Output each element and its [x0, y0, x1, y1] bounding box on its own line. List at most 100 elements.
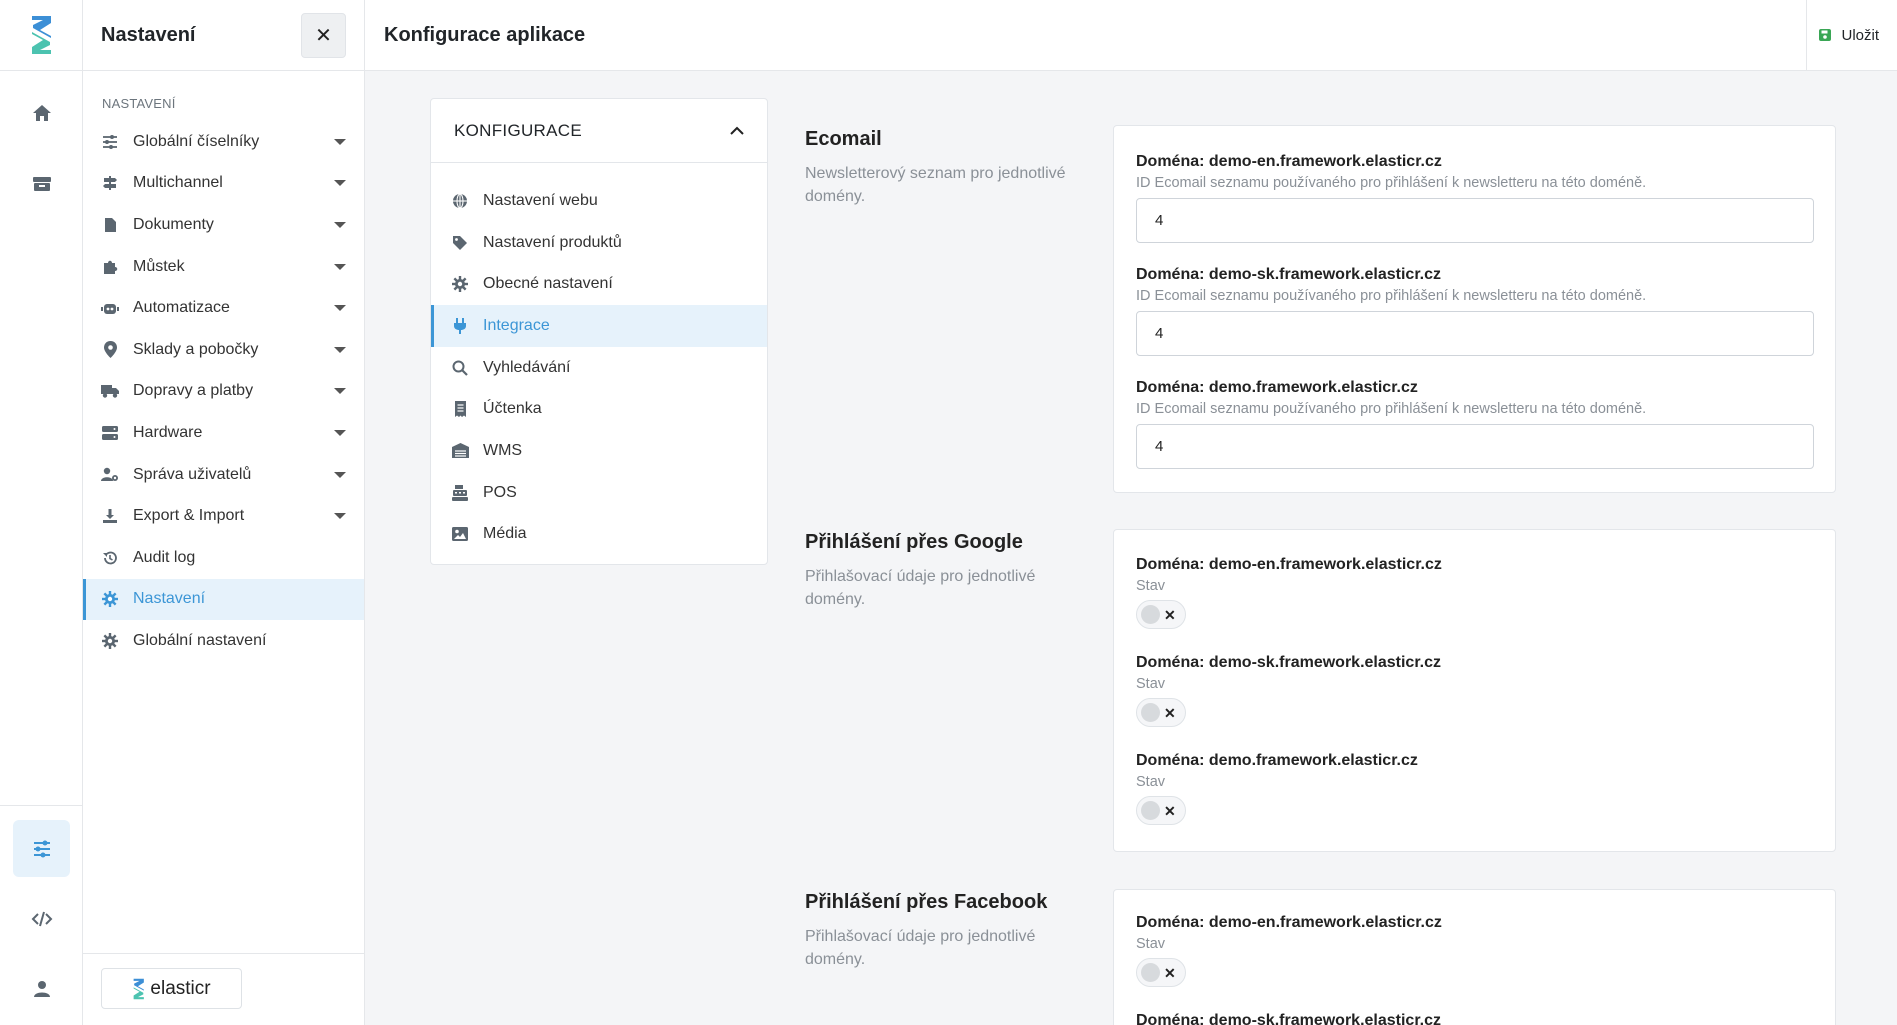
- rail-home-button[interactable]: [13, 84, 70, 141]
- facebook-section-title: Přihlášení přes Facebook: [805, 891, 1048, 913]
- config-menu-item[interactable]: Integrace: [431, 305, 767, 347]
- chevron-up-icon: [730, 126, 744, 135]
- google-field: Doména: demo-sk.framework.elasticr.cz St…: [1136, 654, 1814, 727]
- sidebar-item-label: Dokumenty: [133, 215, 214, 233]
- truck-icon: [101, 384, 119, 399]
- toggle-knob: [1141, 963, 1160, 982]
- sidebar-item[interactable]: Multichannel: [83, 163, 364, 205]
- google-section-title: Přihlášení přes Google: [805, 531, 1023, 553]
- field-label: Doména: demo-sk.framework.elasticr.cz: [1136, 1012, 1442, 1025]
- ecomail-field: Doména: demo-en.framework.elasticr.cz ID…: [1136, 153, 1814, 243]
- gear-icon: [101, 632, 119, 649]
- settings-sidebar: Nastavení ✕ NASTAVENÍ Globální číselníky…: [83, 0, 365, 1025]
- config-menu-item[interactable]: Nastavení webu: [431, 180, 767, 222]
- sidebar-item-label: Audit log: [133, 548, 196, 566]
- search-icon: [451, 360, 469, 376]
- sidebar-item[interactable]: Nastavení: [83, 578, 364, 621]
- sidebar-item[interactable]: Dopravy a platby: [83, 371, 364, 413]
- sidebar-item-label: Globální nastavení: [133, 631, 267, 649]
- state-label: Stav: [1136, 774, 1166, 790]
- close-icon: ✕: [1164, 704, 1176, 721]
- config-menu-item[interactable]: Obecné nastavení: [431, 263, 767, 305]
- config-menu-list: Nastavení webu Nastavení produktů Obecné n…: [431, 163, 767, 555]
- puzzle-icon: [101, 259, 119, 275]
- sidebar-close-button[interactable]: ✕: [301, 12, 346, 58]
- config-menu-item[interactable]: Nastavení produktů: [431, 222, 767, 264]
- google-login-toggle[interactable]: ✕: [1136, 698, 1186, 727]
- caret-down-icon: [334, 180, 346, 187]
- caret-down-icon: [334, 388, 346, 395]
- field-label: Doména: demo-en.framework.elasticr.cz: [1136, 153, 1442, 170]
- field-label: Doména: demo-en.framework.elasticr.cz: [1136, 556, 1442, 573]
- signpost-icon: [101, 175, 119, 191]
- sidebar-title: Nastavení: [101, 23, 196, 46]
- users-cog-icon: [101, 467, 119, 482]
- field-hint: ID Ecomail seznamu používaného pro přihl…: [1136, 288, 1647, 304]
- sidebar-item[interactable]: Globální číselníky: [83, 121, 364, 163]
- close-icon: ✕: [315, 24, 332, 47]
- google-panel: Doména: demo-en.framework.elasticr.cz St…: [1113, 529, 1836, 852]
- config-menu-item-label: Vyhledávání: [483, 358, 571, 376]
- rail-code-button[interactable]: [13, 890, 70, 947]
- caret-down-icon: [334, 305, 346, 312]
- sidebar-item[interactable]: Správa uživatelů: [83, 454, 364, 496]
- close-icon: ✕: [1164, 802, 1176, 819]
- sidebar-item[interactable]: Export & Import: [83, 495, 364, 537]
- facebook-login-toggle[interactable]: ✕: [1136, 958, 1186, 987]
- app-logo[interactable]: [0, 0, 83, 71]
- field-hint: ID Ecomail seznamu používaného pro přihl…: [1136, 401, 1647, 417]
- sidebar-item[interactable]: Automatizace: [83, 287, 364, 329]
- config-menu-item[interactable]: Účtenka: [431, 388, 767, 430]
- sidebar-item[interactable]: Můstek: [83, 246, 364, 288]
- config-menu-item-label: Nastavení webu: [483, 191, 598, 209]
- download-icon: [101, 508, 119, 524]
- icon-rail: [0, 0, 83, 1025]
- ecomail-list-id-input[interactable]: [1136, 424, 1814, 469]
- caret-down-icon: [334, 471, 346, 478]
- elasticr-logo-icon: [134, 978, 145, 999]
- sidebar-item-label: Automatizace: [133, 299, 230, 317]
- ecomail-list-id-input[interactable]: [1136, 198, 1814, 243]
- sidebar-item[interactable]: Globální nastavení: [83, 620, 364, 662]
- config-menu-title: KONFIGURACE: [454, 120, 582, 140]
- config-menu-item-label: Média: [483, 525, 527, 543]
- tag-icon: [451, 235, 469, 251]
- sidebar-item[interactable]: Sklady a pobočky: [83, 329, 364, 371]
- config-menu-item[interactable]: Média: [431, 514, 767, 556]
- ecomail-list-id-input[interactable]: [1136, 311, 1814, 356]
- server-icon: [101, 425, 119, 440]
- rail-store-button[interactable]: [13, 155, 70, 212]
- ecomail-field: Doména: demo.framework.elasticr.cz ID Ec…: [1136, 379, 1814, 469]
- sidebar-item[interactable]: Hardware: [83, 412, 364, 454]
- sliders-icon: [33, 840, 50, 857]
- config-menu-item-label: WMS: [483, 441, 523, 459]
- config-menu-item[interactable]: POS: [431, 472, 767, 514]
- brand-badge[interactable]: elasticr: [101, 968, 242, 1009]
- sidebar-item-label: Globální číselníky: [133, 132, 260, 150]
- google-login-toggle[interactable]: ✕: [1136, 796, 1186, 825]
- map-pin-icon: [101, 341, 119, 359]
- facebook-panel: Doména: demo-en.framework.elasticr.cz St…: [1113, 889, 1836, 1025]
- sidebar-item-label: Můstek: [133, 257, 185, 275]
- globe-icon: [451, 193, 469, 209]
- facebook-field: Doména: demo-en.framework.elasticr.cz St…: [1136, 914, 1814, 987]
- user-icon: [33, 980, 50, 997]
- save-button-label: Uložit: [1841, 26, 1879, 44]
- code-icon: [31, 911, 52, 926]
- field-label: Doména: demo.framework.elasticr.cz: [1136, 752, 1418, 769]
- rail-settings-button[interactable]: [13, 820, 70, 877]
- sidebar-item[interactable]: Dokumenty: [83, 204, 364, 246]
- gear-icon: [101, 591, 119, 608]
- config-menu-item-label: POS: [483, 483, 517, 501]
- save-button[interactable]: Uložit: [1806, 0, 1897, 71]
- google-login-toggle[interactable]: ✕: [1136, 600, 1186, 629]
- home-icon: [32, 104, 51, 121]
- plug-icon: [451, 317, 469, 334]
- toggle-knob: [1141, 605, 1160, 624]
- caret-down-icon: [334, 221, 346, 228]
- rail-user-button[interactable]: [13, 960, 70, 1017]
- sidebar-item[interactable]: Audit log: [83, 537, 364, 579]
- config-menu-header[interactable]: KONFIGURACE: [431, 99, 767, 163]
- config-menu-item[interactable]: WMS: [431, 430, 767, 472]
- config-menu-item[interactable]: Vyhledávání: [431, 347, 767, 389]
